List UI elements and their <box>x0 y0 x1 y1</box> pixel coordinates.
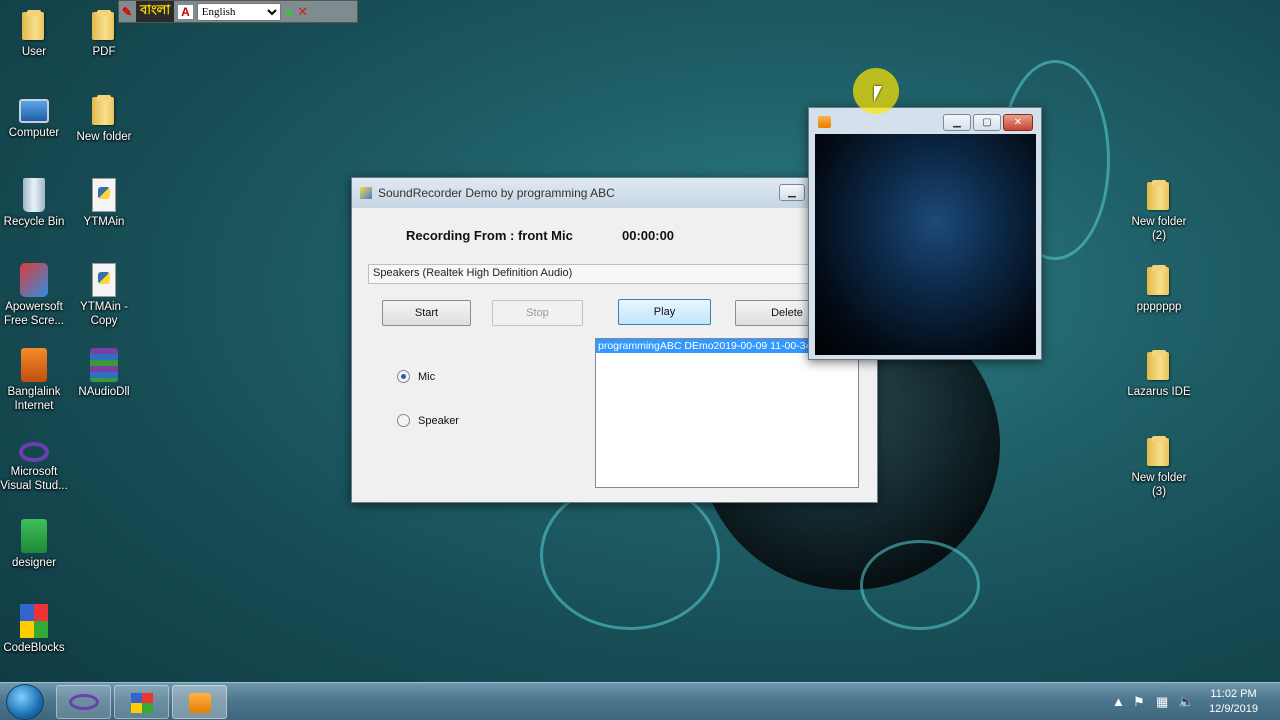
folder-icon <box>87 93 121 127</box>
clock-date: 12/9/2019 <box>1209 703 1258 715</box>
visual-studio-icon <box>19 442 49 462</box>
desktop-icon-label: New folder (2) <box>1131 216 1187 242</box>
desktop-icon-new-folder[interactable]: New folder <box>68 93 140 144</box>
designer-icon <box>21 519 47 553</box>
recording-timer: 00:00:00 <box>622 228 675 243</box>
desktop-icon-label: NAudioDll <box>78 386 130 398</box>
pdf-icon[interactable]: A <box>178 4 193 19</box>
app-icon <box>360 187 372 199</box>
recordings-list[interactable]: programmingABC DEmo2019-00-09 11-00-34.w <box>595 338 859 488</box>
media-player-window: ▁ ▢ ✕ <box>808 107 1042 360</box>
visual-studio-icon <box>69 694 99 710</box>
taskbar: ▲ ⚑ ▦ 🔈 11:02 PM 12/9/2019 <box>0 682 1280 720</box>
desktop-icon-label: New folder (3) <box>1131 472 1187 498</box>
windows-explorer-icon <box>131 693 153 713</box>
stop-button[interactable]: Stop <box>492 300 583 326</box>
desktop-icon-label: CodeBlocks <box>3 642 65 654</box>
desktop-icon-designer[interactable]: designer <box>0 519 70 570</box>
mouse-cursor-icon <box>874 86 882 102</box>
wallpaper-swirl <box>860 540 980 630</box>
close-icon[interactable]: ✕ <box>297 4 308 20</box>
desktop-icon-lazarus-ide[interactable]: Lazarus IDE <box>1123 348 1195 399</box>
taskbar-explorer[interactable] <box>114 685 169 719</box>
apowersoft-icon <box>20 263 48 297</box>
start-button[interactable]: Start <box>382 300 471 326</box>
radio-dot[interactable] <box>397 370 410 383</box>
network-icon[interactable]: ▦ <box>1156 694 1168 710</box>
green-circle-icon[interactable]: ● <box>285 4 293 20</box>
codeblocks-icon <box>20 604 48 638</box>
desktop-icon-label: designer <box>11 557 57 569</box>
taskbar-media-player[interactable] <box>172 685 227 719</box>
archive-icon <box>90 348 118 382</box>
device-field[interactable]: Speakers (Realtek High Definition Audio) <box>368 264 868 284</box>
clock[interactable]: 11:02 PM 12/9/2019 <box>1209 687 1258 717</box>
show-hidden-icons[interactable]: ▲ <box>1112 694 1125 709</box>
speaker-radio-label: Speaker <box>418 414 459 427</box>
volume-icon[interactable]: 🔈 <box>1178 694 1194 710</box>
desktop-icon-pdf[interactable]: PDF <box>68 8 140 59</box>
desktop-icon-recycle-bin[interactable]: Recycle Bin <box>0 178 70 229</box>
desktop-icon-label: Lazarus IDE <box>1127 386 1191 398</box>
desktop-icon-new-folder-3[interactable]: New folder (3) <box>1123 434 1195 499</box>
desktop-icon-ytmain[interactable]: YTMAin <box>68 178 140 229</box>
computer-icon <box>19 99 49 123</box>
minimize-button[interactable]: ▁ <box>779 184 805 201</box>
radio-dot[interactable] <box>397 414 410 427</box>
desktop-icon-label: User <box>21 46 47 58</box>
desktop-icon-naudiodll[interactable]: NAudioDll <box>68 348 140 399</box>
desktop-icon-ytmain-copy[interactable]: YTMAin - Copy <box>68 263 140 328</box>
desktop-icon-label: YTMAin - Copy <box>80 301 128 327</box>
recorder-body: Recording From : front Mic 00:00:00 Spea… <box>352 208 877 502</box>
desktop-icon-label: PDF <box>92 46 116 58</box>
desktop-icon-label: YTMAin <box>83 216 125 228</box>
maximize-button[interactable]: ▢ <box>973 114 1001 131</box>
media-player-icon <box>189 693 211 713</box>
desktop-icon-new-folder-2[interactable]: New folder (2) <box>1123 178 1195 243</box>
desktop-icon-visual-studio[interactable]: Microsoft Visual Stud... <box>0 434 70 493</box>
mic-radio[interactable]: Mic <box>397 370 435 383</box>
desktop-icon-computer[interactable]: Computer <box>0 93 70 140</box>
desktop-icon-label: Apowersoft Free Scre... <box>3 301 65 327</box>
video-screen[interactable] <box>815 134 1036 355</box>
desktop-icon-label: Microsoft Visual Stud... <box>0 466 68 492</box>
folder-icon <box>1142 178 1176 212</box>
flag-icon[interactable]: ⚑ <box>1133 694 1145 710</box>
python-file-icon <box>92 178 116 212</box>
banglalink-icon <box>21 348 47 382</box>
language-bar: ✎ বাংলা A English ● ✕ <box>118 0 358 23</box>
taskbar-visual-studio[interactable] <box>56 685 111 719</box>
desktop-icon-label: Recycle Bin <box>3 216 65 228</box>
folder-icon <box>87 8 121 42</box>
minimize-button[interactable]: ▁ <box>943 114 971 131</box>
folder-icon <box>1142 434 1176 468</box>
recording-source-label: Recording From : front Mic <box>406 228 573 243</box>
desktop-icon-apowersoft[interactable]: Apowersoft Free Scre... <box>0 263 70 328</box>
mic-radio-label: Mic <box>418 370 436 383</box>
desktop-icon-codeblocks[interactable]: CodeBlocks <box>0 604 70 655</box>
desktop-icon-user[interactable]: User <box>0 8 70 59</box>
desktop-icon-label: Banglalink Internet <box>7 386 61 412</box>
folder-icon <box>1142 263 1176 297</box>
desktop-icon-label: ppppppp <box>1136 301 1182 313</box>
window-title: SoundRecorder Demo by programming ABC <box>378 186 615 200</box>
desktop-icon-label: Computer <box>8 127 60 139</box>
start-button[interactable] <box>6 684 44 720</box>
clock-time: 11:02 PM <box>1210 688 1257 700</box>
python-file-icon <box>92 263 116 297</box>
recycle-bin-icon <box>23 178 45 212</box>
desktop-icon-label: New folder <box>76 131 132 143</box>
speaker-radio[interactable]: Speaker <box>397 414 459 427</box>
bangla-label[interactable]: বাংলা <box>136 1 175 22</box>
desktop-icon-ppppppp[interactable]: ppppppp <box>1123 263 1195 314</box>
media-player-icon <box>818 116 831 128</box>
language-select[interactable]: English <box>196 2 281 21</box>
play-button[interactable]: Play <box>618 299 711 325</box>
desktop-icon-banglalink[interactable]: Banglalink Internet <box>0 348 70 413</box>
close-button[interactable]: ✕ <box>1003 114 1033 131</box>
user-folder-icon <box>17 8 51 42</box>
folder-icon <box>1142 348 1176 382</box>
sound-recorder-window: SoundRecorder Demo by programming ABC ▁ … <box>351 177 878 503</box>
